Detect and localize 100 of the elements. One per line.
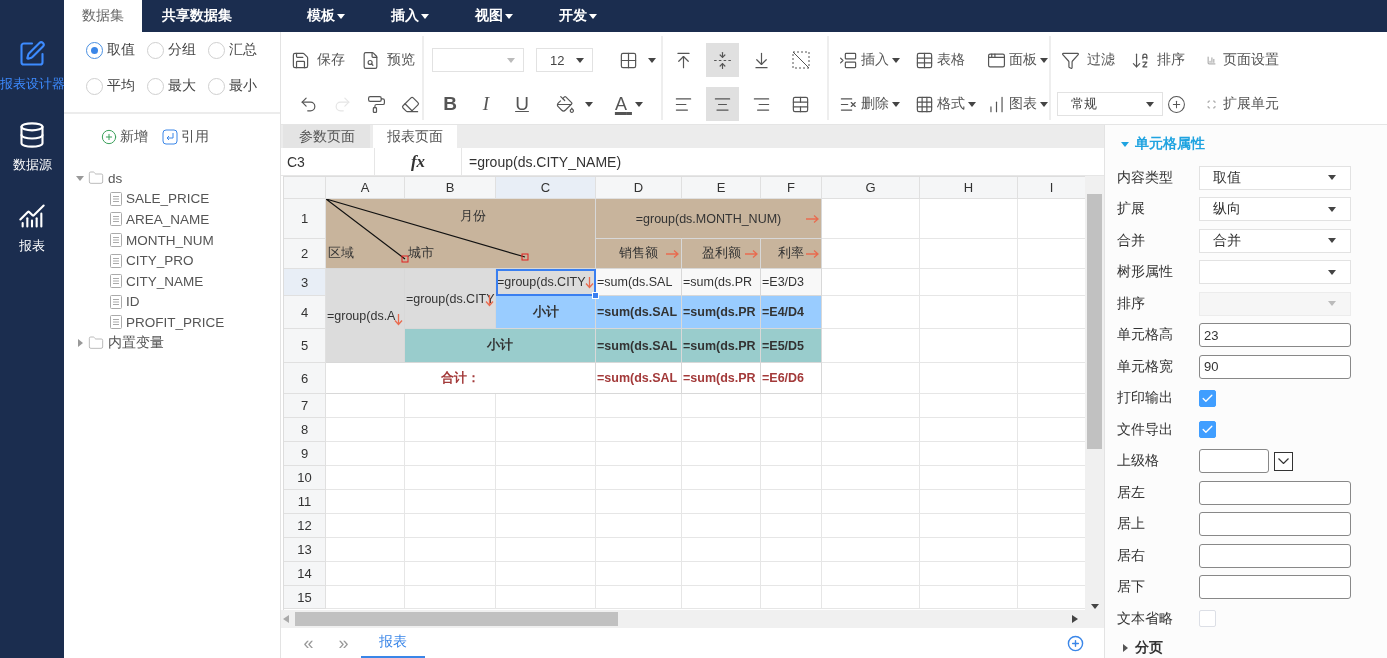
table-cell[interactable] bbox=[596, 442, 682, 466]
column-header[interactable]: B bbox=[405, 177, 496, 199]
input-field[interactable] bbox=[1199, 449, 1269, 474]
tree-item[interactable]: CITY_NAME bbox=[76, 270, 280, 292]
table-cell[interactable] bbox=[920, 329, 1018, 363]
table-cell[interactable] bbox=[682, 418, 761, 442]
input-field[interactable] bbox=[1199, 480, 1351, 505]
table-cell[interactable] bbox=[920, 442, 1018, 466]
table-cell[interactable] bbox=[326, 586, 405, 609]
table-cell[interactable] bbox=[326, 442, 405, 466]
table-cell[interactable] bbox=[682, 442, 761, 466]
table-cell[interactable] bbox=[596, 394, 682, 418]
table-cell[interactable] bbox=[596, 490, 682, 514]
toolbar-button[interactable]: 排序 bbox=[1127, 38, 1203, 82]
table-cell[interactable] bbox=[920, 418, 1018, 442]
add-icon[interactable] bbox=[1167, 94, 1186, 114]
dropdown-button[interactable] bbox=[1274, 451, 1293, 471]
table-cell[interactable]: =sum(ds.PR bbox=[682, 269, 761, 296]
row-header[interactable]: 12 bbox=[284, 514, 326, 538]
table-cell[interactable] bbox=[822, 269, 920, 296]
table-cell[interactable]: 销售额 bbox=[596, 239, 682, 269]
column-header[interactable]: A bbox=[326, 177, 405, 199]
horizontal-scrollbar[interactable] bbox=[281, 610, 1104, 628]
table-cell[interactable]: =E3/D3 bbox=[761, 269, 822, 296]
table-cell[interactable] bbox=[822, 329, 920, 363]
table-cell[interactable] bbox=[405, 562, 496, 586]
column-header[interactable]: D bbox=[596, 177, 682, 199]
select-field[interactable]: 合并 bbox=[1199, 228, 1351, 253]
table-cell[interactable] bbox=[920, 199, 1018, 239]
select-field[interactable]: 取值 bbox=[1199, 165, 1351, 190]
radio-button[interactable] bbox=[147, 77, 164, 95]
table-cell[interactable] bbox=[326, 466, 405, 490]
table-cell[interactable] bbox=[326, 418, 405, 442]
tree-item[interactable]: ds bbox=[76, 168, 280, 189]
toolbar-button[interactable]: 插入 bbox=[835, 38, 911, 82]
table-cell[interactable]: =sum(ds.SAL bbox=[596, 329, 682, 363]
table-cell[interactable] bbox=[682, 466, 761, 490]
table-cell[interactable] bbox=[761, 490, 822, 514]
table-cell[interactable] bbox=[405, 490, 496, 514]
nav-item[interactable]: 报表设计器 bbox=[0, 40, 64, 93]
table-cell[interactable] bbox=[682, 490, 761, 514]
table-cell[interactable] bbox=[405, 514, 496, 538]
tree-item[interactable]: AREA_NAME bbox=[76, 209, 280, 230]
table-cell[interactable]: =sum(ds.PR bbox=[682, 329, 761, 363]
select-field[interactable] bbox=[1199, 260, 1351, 285]
preview-button[interactable]: 预览 bbox=[356, 43, 419, 77]
table-cell[interactable]: 小计 bbox=[405, 329, 596, 363]
table-cell[interactable] bbox=[822, 586, 920, 609]
table-cell[interactable]: =sum(ds.SAL bbox=[596, 363, 682, 394]
row-header[interactable]: 4 bbox=[284, 296, 326, 329]
table-cell[interactable] bbox=[326, 514, 405, 538]
table-cell[interactable] bbox=[682, 514, 761, 538]
table-cell[interactable] bbox=[596, 466, 682, 490]
row-header[interactable]: 2 bbox=[284, 239, 326, 269]
table-cell[interactable] bbox=[822, 490, 920, 514]
table-cell[interactable] bbox=[405, 586, 496, 609]
table-cell[interactable] bbox=[761, 418, 822, 442]
expand-unit-button[interactable]: 扩展单元 bbox=[1203, 82, 1283, 126]
table-cell[interactable] bbox=[761, 514, 822, 538]
table-cell[interactable] bbox=[596, 418, 682, 442]
table-cell[interactable] bbox=[496, 394, 596, 418]
table-cell[interactable] bbox=[405, 442, 496, 466]
table-cell[interactable] bbox=[822, 466, 920, 490]
table-cell[interactable] bbox=[496, 562, 596, 586]
table-cell[interactable] bbox=[920, 363, 1018, 394]
table-cell[interactable] bbox=[822, 239, 920, 269]
nav-item[interactable]: 报表 bbox=[0, 202, 64, 255]
row-header[interactable]: 1 bbox=[284, 199, 326, 239]
table-cell[interactable] bbox=[822, 199, 920, 239]
table-cell[interactable] bbox=[761, 394, 822, 418]
table-cell[interactable] bbox=[496, 586, 596, 609]
radio-button[interactable] bbox=[147, 41, 164, 59]
fill-handle[interactable] bbox=[592, 292, 599, 299]
toolbar-button[interactable]: 表格 bbox=[911, 38, 983, 82]
input-field[interactable]: 90 bbox=[1199, 354, 1351, 379]
toolbar-button[interactable]: 图表 bbox=[983, 82, 1053, 126]
table-cell[interactable] bbox=[405, 418, 496, 442]
italic-button[interactable]: I bbox=[468, 87, 504, 121]
table-cell[interactable] bbox=[682, 538, 761, 562]
table-cell[interactable] bbox=[920, 239, 1018, 269]
tree-item[interactable]: MONTH_NUM bbox=[76, 229, 280, 251]
table-cell[interactable] bbox=[822, 394, 920, 418]
underline-button[interactable]: U bbox=[504, 87, 540, 121]
table-cell[interactable]: 利率 bbox=[761, 239, 822, 269]
table-cell[interactable] bbox=[761, 442, 822, 466]
align-button[interactable] bbox=[706, 87, 739, 121]
table-cell[interactable] bbox=[761, 586, 822, 609]
input-field[interactable] bbox=[1199, 543, 1351, 568]
input-field[interactable]: 23 bbox=[1199, 323, 1351, 348]
table-cell[interactable] bbox=[326, 490, 405, 514]
radio-button[interactable] bbox=[86, 77, 103, 95]
column-header[interactable]: G bbox=[822, 177, 920, 199]
row-header[interactable]: 14 bbox=[284, 562, 326, 586]
table-cell[interactable]: =sum(ds.SAL bbox=[596, 269, 682, 296]
section-header[interactable]: 分页 bbox=[1117, 638, 1387, 657]
table-cell[interactable] bbox=[496, 514, 596, 538]
table-cell[interactable] bbox=[326, 538, 405, 562]
table-cell[interactable] bbox=[596, 514, 682, 538]
tab[interactable]: 参数页面 bbox=[283, 125, 370, 148]
table-cell[interactable] bbox=[920, 394, 1018, 418]
